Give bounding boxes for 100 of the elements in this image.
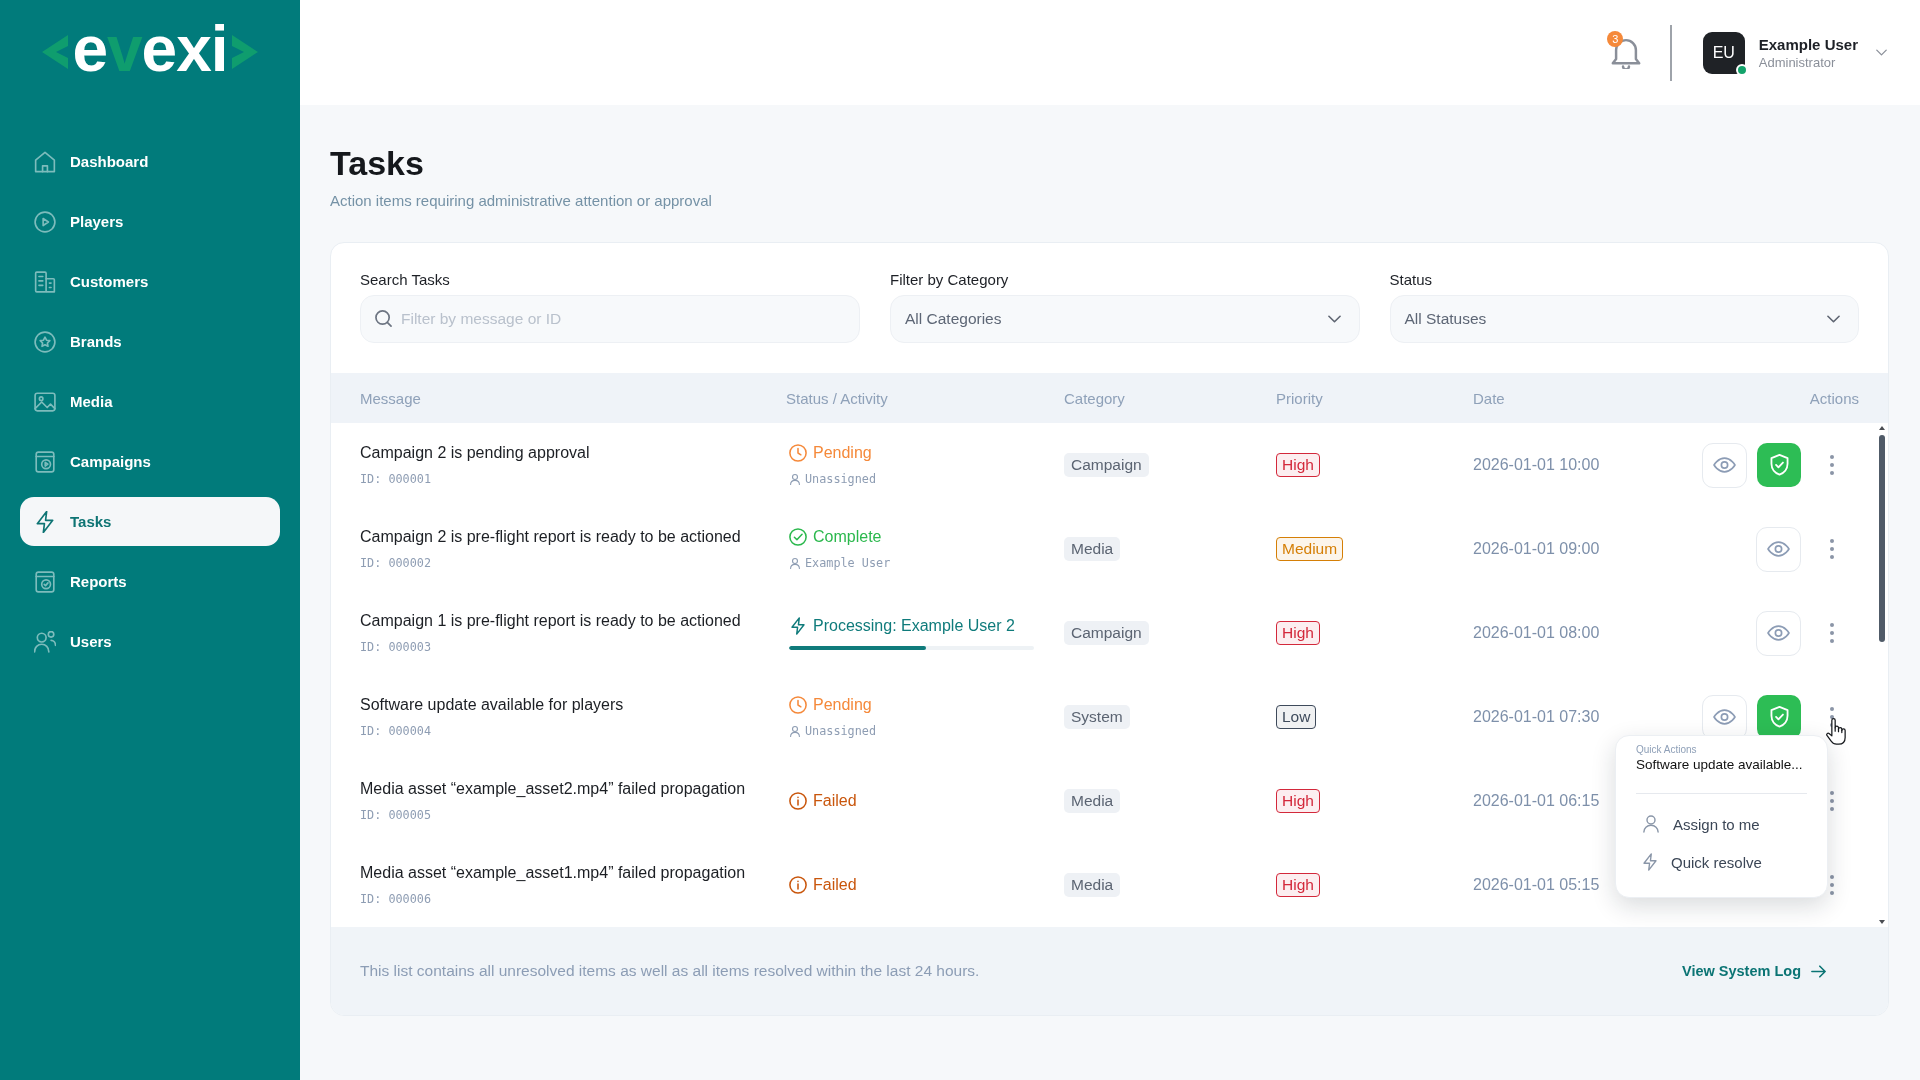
field-label: Filter by Category [890,271,1010,289]
field-label: Status [1389,271,1434,289]
nav-item[interactable]: Tasks [20,497,280,546]
page-subtitle: Action items requiring administrative attention or approval [330,191,713,211]
eye-icon [1713,457,1736,473]
date-text: 2026-01-01 10:00 [1473,456,1601,474]
eye-icon [1767,625,1790,641]
status-label: Complete [813,527,882,547]
nav-item[interactable]: Media [20,377,280,426]
assignee-label: Unassigned [805,471,877,487]
priority-tag: High [1276,789,1320,813]
user-name: Example User [1758,35,1858,53]
view-button[interactable] [1756,526,1801,572]
task-message: Campaign 2 is pre-flight report is ready to be actioned [360,527,741,547]
kebab-menu-icon [1830,455,1834,475]
person-icon [790,557,800,569]
clock-icon [789,444,807,462]
document-play-icon [34,450,56,473]
nav-item[interactable]: Reports [20,557,280,606]
users-icon [34,630,56,653]
category-tag: Campaign [1064,453,1149,477]
date-text: 2026-01-01 09:00 [1473,540,1601,558]
task-id: ID: 000001 [360,471,432,487]
shield-check-icon [1769,706,1789,728]
user-role: Administrator [1758,54,1837,70]
menu-item[interactable]: Assign to me [1636,805,1807,843]
menu-item[interactable]: Quick resolve [1636,843,1807,881]
task-message: Media asset “example_asset1.mp4” failed propagation [360,863,746,883]
column-header: Status / Activity [786,389,889,407]
person-icon [1643,815,1659,833]
clock-icon [789,696,807,714]
task-id: ID: 000002 [360,555,432,571]
kebab-menu-icon [1830,623,1834,643]
date-text: 2026-01-01 05:15 [1473,876,1601,894]
task-id: ID: 000003 [360,639,432,655]
task-message: Campaign 1 is pre-flight report is ready to be actioned [360,611,741,631]
priority-tag: Low [1276,705,1317,729]
play-circle-icon [34,210,56,233]
left-chevron-icon [42,35,69,69]
shield-check-icon [1769,454,1789,476]
nav-item[interactable]: Campaigns [20,437,280,486]
approve-button[interactable] [1757,443,1801,487]
nav-item[interactable]: Users [20,617,280,666]
info-icon [789,792,807,810]
info-icon [789,876,807,894]
lightning-icon [789,617,807,635]
nav-item[interactable]: Dashboard [20,137,280,186]
bell-icon[interactable] [1611,36,1642,69]
category-tag: Media [1064,537,1121,561]
arrow-right-icon [1811,964,1826,978]
right-chevron-icon [231,35,258,69]
lightning-icon [34,510,56,533]
column-header: Date [1473,389,1506,407]
status-label: Processing: Example User 2 [813,616,1015,636]
category-tag: Media [1064,789,1121,813]
status-label: Pending [813,695,872,715]
view-button[interactable] [1756,610,1801,656]
category-tag: Media [1064,873,1121,897]
assignee-label: Unassigned [805,723,877,739]
nav-item[interactable]: Customers [20,257,280,306]
column-header: Priority [1276,389,1324,407]
chevron-down-icon [1327,315,1341,323]
menu-title: Software update available... [1636,757,1804,773]
dropdown[interactable]: All Statuses [1389,295,1859,343]
kebab-menu-icon [1830,791,1834,811]
dropdown[interactable]: All Categories [890,295,1360,343]
column-header: Message [360,389,422,407]
category-tag: System [1064,705,1130,729]
assignee-label: Example User [805,555,891,571]
kebab-menu-icon [1830,539,1834,559]
priority-tag: High [1276,873,1320,897]
menu-caption: Quick Actions [1636,744,1698,756]
page-title: Tasks [330,143,425,184]
chevron-down-icon [1827,315,1840,323]
person-icon [790,473,800,485]
kebab-menu-icon [1830,875,1834,895]
search-field[interactable]: Filter by message or ID [360,295,860,343]
date-text: 2026-01-01 07:30 [1473,708,1601,726]
task-message: Media asset “example_asset2.mp4” failed propagation [360,779,746,799]
date-text: 2026-01-01 06:15 [1473,792,1601,810]
eye-icon [1767,541,1790,557]
nav-item[interactable]: Brands [20,317,280,366]
status-label: Pending [813,443,872,463]
image-icon [34,390,56,413]
nav-item[interactable]: Players [20,197,280,246]
view-log-link[interactable]: View System Log [1682,963,1826,979]
person-icon [790,725,800,737]
date-text: 2026-01-01 08:00 [1473,624,1601,642]
priority-tag: High [1276,621,1320,645]
chevron-down-icon[interactable] [1876,49,1887,56]
building-icon [34,270,56,293]
view-button[interactable] [1702,442,1747,488]
lightning-icon [1643,853,1657,871]
notification-badge: 3 [1607,31,1624,47]
check-circle-icon [789,528,807,546]
avatar[interactable]: EU [1702,31,1745,74]
footer-note: This list contains all unresolved items as well as all items resolved within the last 24 hours. [360,962,980,980]
status-label: Failed [813,875,857,895]
priority-tag: Medium [1276,537,1344,561]
priority-tag: High [1276,453,1320,477]
